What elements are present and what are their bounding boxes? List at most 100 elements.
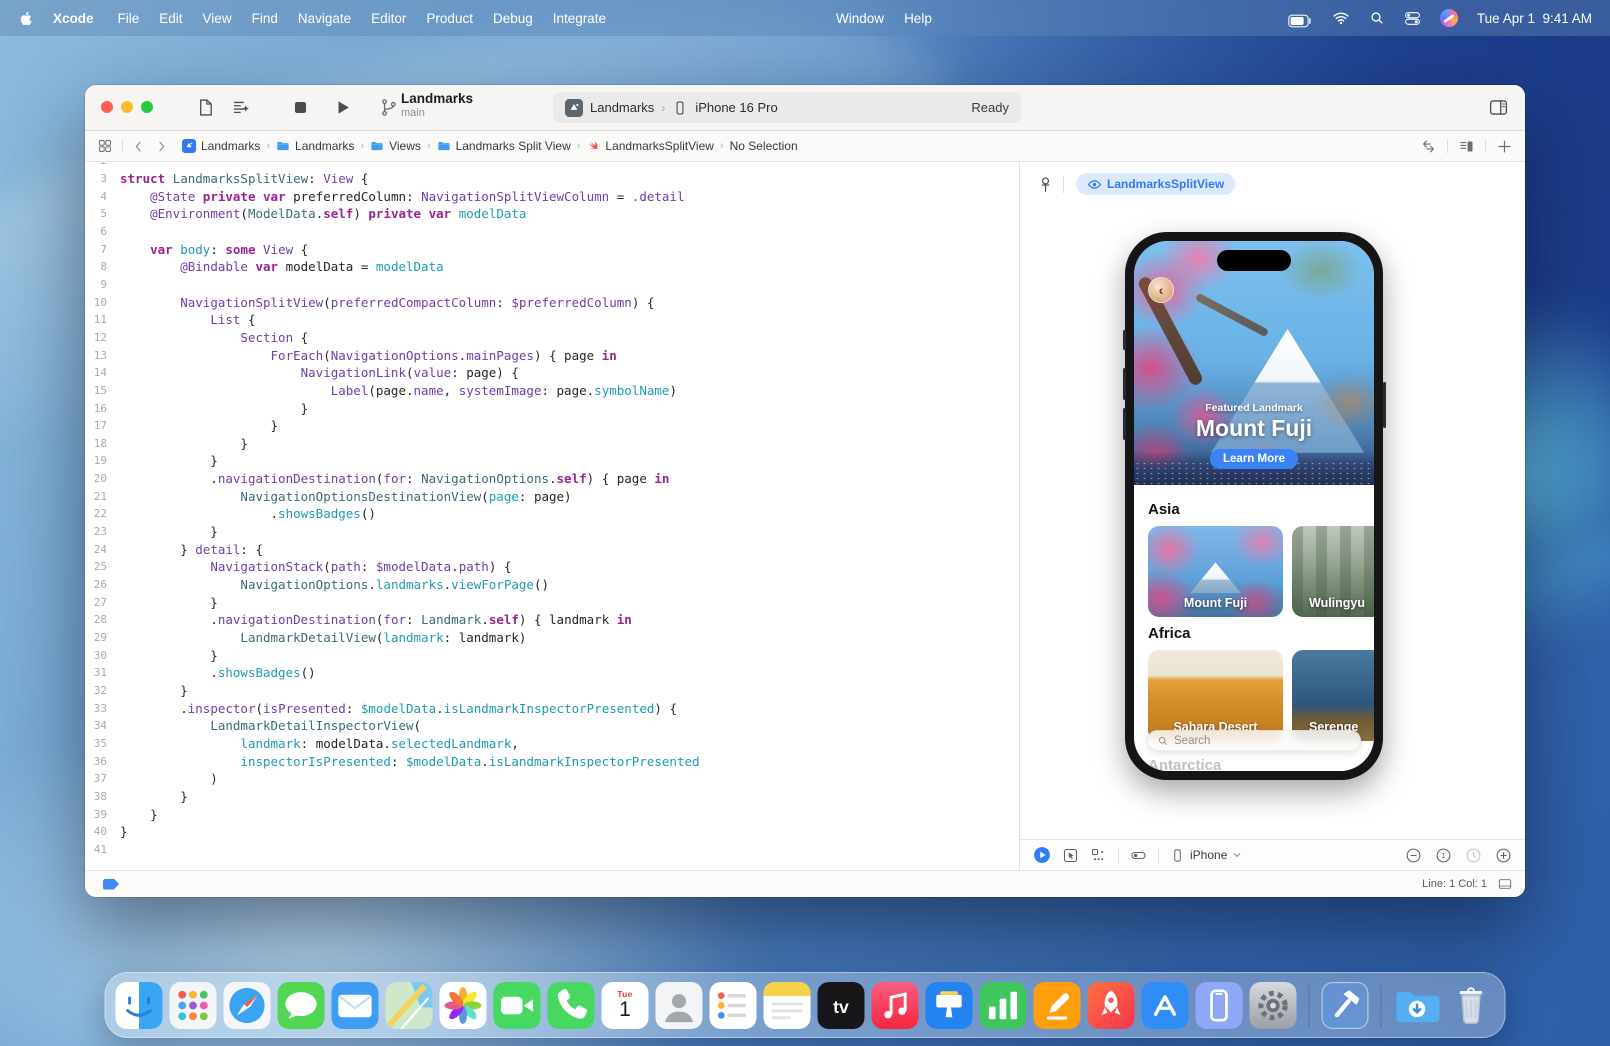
code-line[interactable]: 20 .navigationDestination(for: Navigatio… [85,470,1019,488]
code-line[interactable]: 31 .showsBadges() [85,664,1019,682]
code-line[interactable]: 34 LandmarkDetailInspectorView( [85,717,1019,735]
code-line[interactable]: 36 inspectorIsPresented: $modelData.isLa… [85,752,1019,770]
code-line[interactable]: 7 var body: some View { [85,240,1019,258]
landmark-card-sahara[interactable]: Sahara Desert [1148,650,1283,741]
code-line[interactable]: 5 @Environment(ModelData.self) private v… [85,205,1019,223]
apple-menu-icon[interactable] [18,10,35,27]
code-line[interactable]: 29 LandmarkDetailView(landmark: landmark… [85,629,1019,647]
code-line[interactable]: 35 landmark: modelData.selectedLandmark, [85,735,1019,753]
code-line[interactable]: 25 NavigationStack(path: $modelData.path… [85,558,1019,576]
code-review-sparkle-icon[interactable] [231,97,252,118]
zoom-window-button[interactable] [141,101,153,113]
code-line[interactable]: 30 } [85,646,1019,664]
minimize-window-button[interactable] [121,101,133,113]
mail-dock-icon[interactable] [332,982,379,1029]
zoom-in-button[interactable] [1495,847,1512,864]
code-line[interactable]: 28 .navigationDestination(for: Landmark.… [85,611,1019,629]
menu-find[interactable]: Find [242,11,288,26]
preview-device-picker[interactable]: iPhone [1170,848,1242,863]
code-line[interactable]: 38 } [85,788,1019,806]
destination-device[interactable]: iPhone 16 Pro [695,100,777,115]
editor-display-icon[interactable] [1497,876,1513,892]
breadcrumb-item-landmarkssplitview[interactable]: LandmarksSplitView [586,139,714,153]
downloads-dock-icon[interactable] [1394,982,1441,1029]
music-dock-icon[interactable] [872,982,919,1029]
code-line[interactable]: 33 .inspector(isPresented: $modelData.is… [85,699,1019,717]
menu-navigate[interactable]: Navigate [288,11,361,26]
breadcrumb-item-landmarks-split-view[interactable]: Landmarks Split View [437,139,571,153]
pages-dock-icon[interactable] [1034,982,1081,1029]
menu-integrate[interactable]: Integrate [543,11,616,26]
preview-tag[interactable]: LandmarksSplitView [1076,173,1235,195]
featured-hero-image[interactable]: ‹ Featured Landmark Mount Fuji Learn Mor… [1134,241,1374,485]
breadcrumb-item-landmarks[interactable]: Landmarks [276,139,354,153]
landmark-card-mount-fuji[interactable]: Mount Fuji [1148,526,1283,617]
code-line[interactable]: 6 [85,223,1019,241]
learn-more-button[interactable]: Learn More [1210,449,1298,469]
breakpoint-indicator[interactable] [103,879,119,890]
menu-window[interactable]: Window [826,11,894,26]
spotlight-search-icon[interactable] [1369,10,1385,26]
code-line[interactable]: 37 ) [85,770,1019,788]
code-line[interactable]: 41 [85,841,1019,859]
code-line[interactable]: 17 } [85,417,1019,435]
code-line[interactable]: 15 Label(page.name, systemImage: page.sy… [85,382,1019,400]
add-editor-icon[interactable] [1496,138,1513,155]
pin-preview-icon[interactable] [1036,175,1055,194]
menu-editor[interactable]: Editor [361,11,416,26]
menu-xcode[interactable]: Xcode [43,11,108,26]
editor-options-icon[interactable] [1458,138,1475,155]
app-store-dock-icon[interactable] [1142,982,1189,1029]
destination-project[interactable]: Landmarks [590,100,654,115]
close-window-button[interactable] [101,101,113,113]
contacts-dock-icon[interactable] [656,982,703,1029]
code-line[interactable]: 27 } [85,593,1019,611]
code-line[interactable]: 2 [85,162,1019,170]
code-line[interactable]: 22 .showsBadges() [85,505,1019,523]
numbers-dock-icon[interactable] [980,982,1027,1029]
menu-edit[interactable]: Edit [149,11,192,26]
breadcrumb-item-landmarks[interactable]: Landmarks [182,139,260,153]
new-file-icon[interactable] [195,97,216,118]
back-button[interactable]: ‹ [1148,277,1174,303]
code-line[interactable]: 24 } detail: { [85,540,1019,558]
rocket-dock-icon[interactable] [1088,982,1135,1029]
battery-icon[interactable] [1288,9,1313,27]
code-line[interactable]: 8 @Bindable var modelData = modelData [85,258,1019,276]
back-navigation-icon[interactable] [132,140,145,153]
menu-bar-clock[interactable]: Tue Apr 1 9:41 AM [1477,11,1592,26]
device-settings-button[interactable] [1130,847,1147,864]
scheme-title[interactable]: Landmarks main [401,91,473,119]
source-editor[interactable]: 23struct LandmarksSplitView: View {4 @St… [85,162,1019,870]
menu-help[interactable]: Help [894,11,942,26]
code-line[interactable]: 9 [85,276,1019,294]
breadcrumb-item-no-selection[interactable]: No Selection [730,139,798,153]
menu-view[interactable]: View [193,11,242,26]
trash-dock-icon[interactable] [1448,982,1495,1029]
code-line[interactable]: 13 ForEach(NavigationOptions.mainPages) … [85,346,1019,364]
code-line[interactable]: 4 @State private var preferredColumn: Na… [85,187,1019,205]
calendar-dock-icon[interactable]: Tue1 [602,982,649,1029]
line-col-indicator[interactable]: Line: 1 Col: 1 [1422,878,1487,890]
keynote-dock-icon[interactable] [926,982,973,1029]
code-line[interactable]: 11 List { [85,311,1019,329]
landmark-card-wulingyu[interactable]: Wulingyu [1292,526,1374,617]
safari-dock-icon[interactable] [224,982,271,1029]
code-line[interactable]: 39 } [85,805,1019,823]
iphone-mirroring-dock-icon[interactable] [1196,982,1243,1029]
forward-navigation-icon[interactable] [155,140,168,153]
zoom-100-button[interactable]: 1 [1435,847,1452,864]
selectable-mode-button[interactable] [1062,847,1079,864]
code-line[interactable]: 32 } [85,682,1019,700]
control-center-icon[interactable] [1404,10,1421,27]
zoom-out-button[interactable] [1405,847,1422,864]
code-line[interactable]: 14 NavigationLink(value: page) { [85,364,1019,382]
code-line[interactable]: 40} [85,823,1019,841]
code-line[interactable]: 21 NavigationOptionsDestinationView(page… [85,487,1019,505]
code-line[interactable]: 26 NavigationOptions.landmarks.viewForPa… [85,576,1019,594]
zoom-fit-button[interactable] [1465,847,1482,864]
launchpad-dock-icon[interactable] [170,982,217,1029]
code-review-icon[interactable] [1420,138,1437,155]
breadcrumb-item-views[interactable]: Views [370,139,421,153]
variants-mode-button[interactable] [1090,847,1107,864]
